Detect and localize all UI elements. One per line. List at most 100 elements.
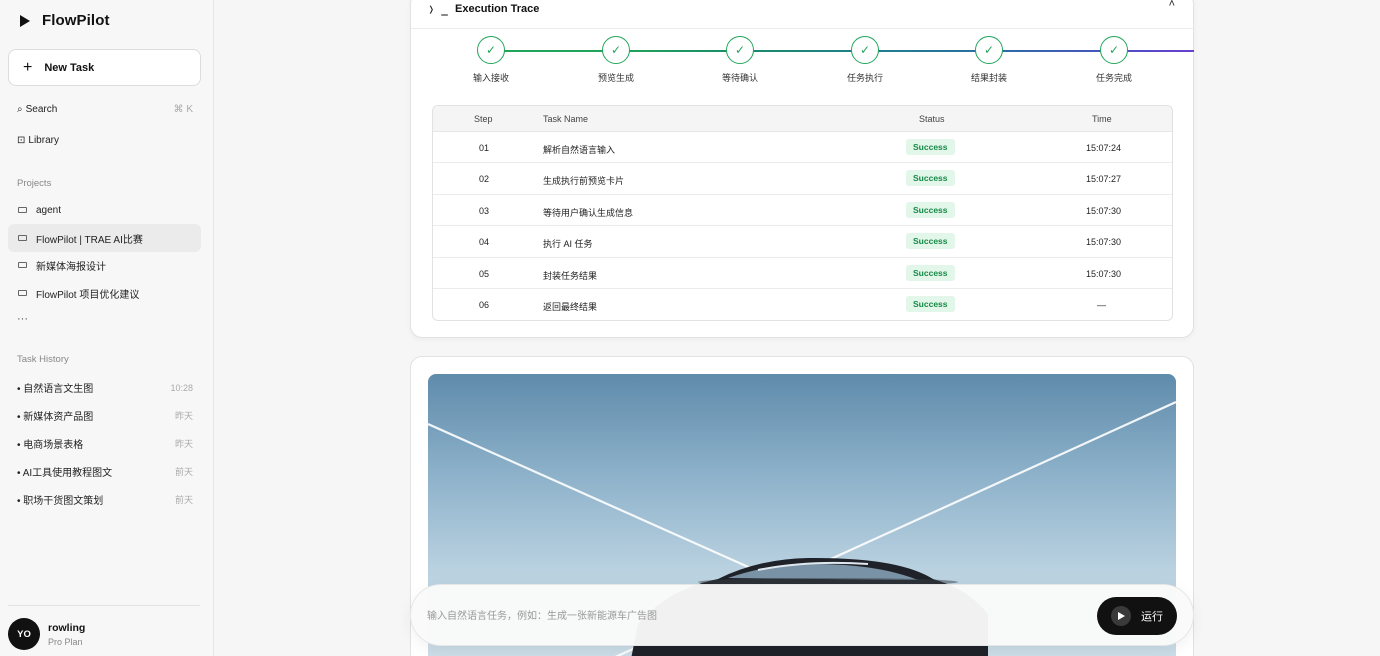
project-item[interactable]: agent: [8, 196, 201, 224]
new-task-button[interactable]: + New Task: [8, 49, 201, 86]
projects-heading: Projects: [17, 178, 52, 189]
project-item-active[interactable]: FlowPilot | TRAE AI比赛: [8, 224, 201, 252]
project-label: 新媒体海报设计: [36, 261, 106, 273]
step-connector: [865, 50, 989, 52]
more-projects-button[interactable]: ···: [17, 313, 28, 325]
divider: [8, 605, 200, 606]
step-connector: [740, 50, 865, 52]
column-task-name: Task Name: [543, 114, 589, 124]
collapse-icon[interactable]: ˄: [1169, 0, 1175, 10]
row-step: 04: [479, 237, 490, 248]
history-item[interactable]: • 自然语言文生图 10:28: [17, 380, 193, 396]
check-icon: ✓: [726, 36, 754, 64]
row-task-name: 执行 AI 任务: [543, 239, 593, 250]
project-label: FlowPilot | TRAE AI比赛: [36, 234, 143, 246]
step-label: 预览生成: [597, 73, 634, 83]
sidebar-item-search[interactable]: ⌕ Search ⌘ K: [17, 104, 193, 115]
trace-table: Step Task Name Status Time 01 解析自然语言输入 S…: [432, 105, 1173, 321]
status-badge: Success: [906, 139, 955, 155]
history-label: • 职场干货图文策划: [17, 496, 104, 507]
column-time: Time: [1092, 114, 1112, 124]
history-time: 前天: [174, 495, 193, 505]
step-label: 任务执行: [846, 73, 883, 83]
history-time: 前天: [174, 467, 193, 477]
history-time: 昨天: [174, 439, 193, 449]
trace-title: Execution Trace: [455, 3, 540, 15]
status-badge: Success: [906, 264, 955, 281]
table-row: 03 等待用户确认生成信息 Success 15:07:30: [433, 195, 1172, 227]
step-connector: [491, 50, 616, 52]
check-icon: ✓: [602, 36, 630, 64]
app-name: FlowPilot: [42, 12, 110, 29]
task-history-heading: Task History: [17, 354, 69, 365]
prompt-bar: 运行: [410, 584, 1194, 646]
history-time: 昨天: [174, 411, 193, 421]
row-task-name: 等待用户确认生成信息: [543, 207, 634, 218]
play-icon: [1111, 606, 1131, 626]
play-logo-icon: [20, 14, 30, 27]
row-step: 01: [479, 143, 490, 153]
history-label: • 电商场景表格: [17, 440, 84, 451]
row-step: 02: [479, 174, 490, 185]
execution-trace-card: ❭ _ Execution Trace ˄ ✓ ✓ ✓ ✓ ✓ ✓ 输入接收 预…: [410, 0, 1194, 338]
task-input[interactable]: [427, 605, 1067, 627]
check-icon: ✓: [1100, 36, 1128, 64]
status-badge: Success: [906, 233, 955, 250]
row-task-name: 解析自然语言输入: [543, 145, 616, 155]
new-task-label: New Task: [44, 61, 95, 74]
folder-icon: [18, 290, 27, 296]
row-time: —: [1097, 300, 1106, 310]
status-badge: Success: [906, 296, 955, 312]
history-item[interactable]: • AI工具使用教程图文 前天: [17, 464, 193, 479]
table-row: 05 封装任务结果 Success 15:07:30: [433, 258, 1172, 289]
step-connector: [989, 50, 1114, 52]
column-status: Status: [919, 114, 945, 124]
row-step: 05: [479, 268, 490, 279]
user-name: rowling: [48, 622, 86, 634]
sidebar-item-library[interactable]: ⊡ Library: [17, 135, 193, 146]
step-connector: [616, 50, 740, 52]
table-header: Step Task Name Status Time: [433, 106, 1172, 132]
terminal-icon: ❭ _: [428, 3, 448, 16]
step-label: 输入接收: [472, 73, 509, 83]
check-icon: ✓: [975, 36, 1003, 64]
row-time: 15:07:24: [1086, 143, 1122, 153]
brand[interactable]: FlowPilot: [18, 12, 110, 29]
avatar[interactable]: YO: [8, 618, 40, 650]
project-item[interactable]: FlowPilot 项目优化建议: [8, 279, 201, 307]
folder-icon: [18, 235, 27, 241]
step-label: 等待确认: [721, 73, 758, 83]
row-time: 15:07:30: [1086, 237, 1122, 248]
history-item[interactable]: • 职场干货图文策划 前天: [17, 492, 193, 507]
history-label: • 新媒体资产品图: [17, 412, 94, 423]
history-item[interactable]: • 电商场景表格 昨天: [17, 436, 193, 451]
run-label: 运行: [1141, 611, 1163, 623]
history-label: • 自然语言文生图: [17, 384, 94, 395]
row-step: 03: [479, 205, 490, 216]
search-label: Search: [25, 104, 58, 115]
row-time: 15:07:27: [1086, 174, 1122, 185]
table-row: 06 返回最终结果 Success —: [433, 289, 1172, 320]
status-badge: Success: [906, 201, 955, 218]
row-task-name: 封装任务结果: [543, 270, 598, 281]
table-row: 02 生成执行前预览卡片 Success 15:07:27: [433, 163, 1172, 195]
search-icon: ⌕: [17, 104, 23, 115]
status-badge: Success: [906, 170, 955, 187]
row-step: 06: [479, 300, 490, 310]
project-label: FlowPilot 项目优化建议: [36, 289, 140, 301]
folder-icon: [18, 207, 27, 213]
row-time: 15:07:30: [1086, 268, 1122, 279]
folder-icon: [18, 262, 27, 268]
step-label: 任务完成: [1095, 73, 1132, 83]
trace-header[interactable]: ❭ _ Execution Trace ˄: [411, 0, 1193, 29]
run-button[interactable]: 运行: [1097, 597, 1177, 635]
history-item[interactable]: • 新媒体资产品图 昨天: [17, 408, 193, 423]
library-label: Library: [28, 135, 59, 146]
step-label: 结果封装: [970, 73, 1007, 83]
row-task-name: 返回最终结果: [543, 302, 598, 312]
column-step: Step: [474, 114, 493, 124]
check-icon: ✓: [477, 36, 505, 64]
check-icon: ✓: [851, 36, 879, 64]
table-row: 01 解析自然语言输入 Success 15:07:24: [433, 132, 1172, 164]
project-item[interactable]: 新媒体海报设计: [8, 251, 201, 279]
